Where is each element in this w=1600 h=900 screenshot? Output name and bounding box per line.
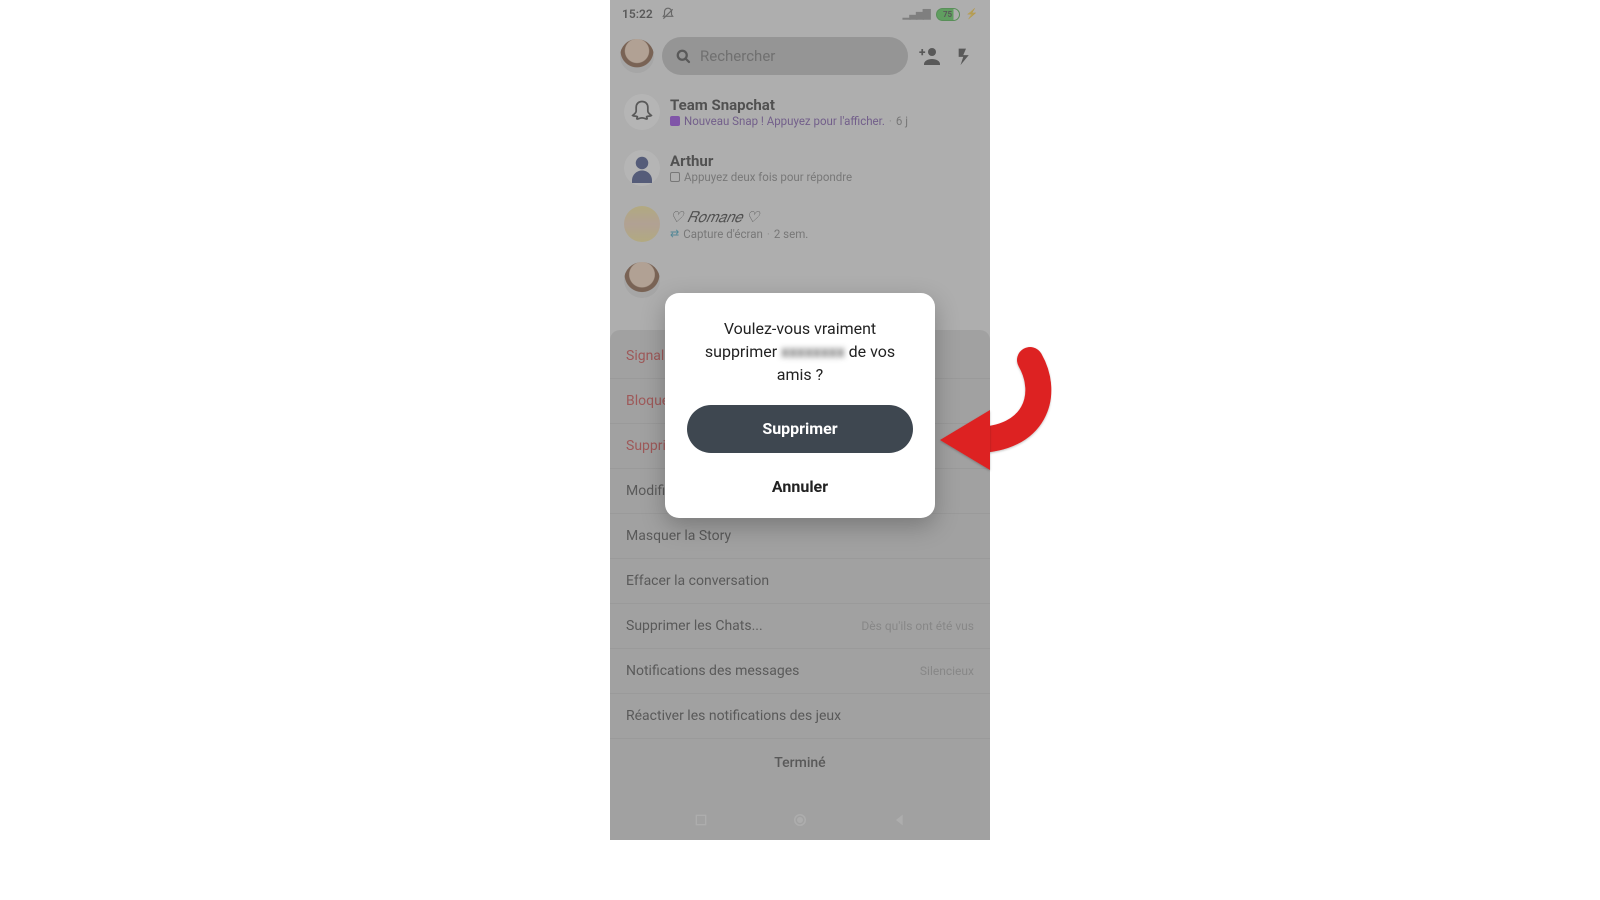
dialog-username-blur: xxxxxxxx — [781, 342, 845, 361]
phone-screen: 15:22 ▁▃▅▇ 75 ⚡ Rechercher + — [610, 0, 990, 840]
dialog-cancel-button[interactable]: Annuler — [687, 467, 913, 500]
dialog-title: Voulez-vous vraiment supprimer xxxxxxxx … — [687, 317, 913, 387]
confirm-dialog: Voulez-vous vraiment supprimer xxxxxxxx … — [665, 293, 935, 518]
dialog-confirm-button[interactable]: Supprimer — [687, 405, 913, 453]
